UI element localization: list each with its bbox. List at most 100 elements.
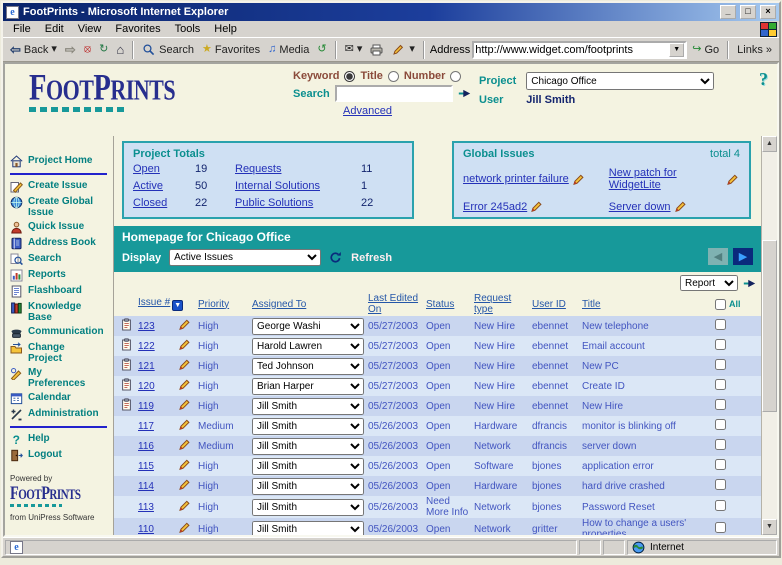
search-input[interactable] — [335, 85, 453, 102]
edit-global-issue-icon[interactable] — [572, 173, 586, 186]
back-button[interactable]: ⇦ Back ▾ — [7, 42, 60, 57]
issue-note-icon[interactable] — [120, 318, 134, 331]
issue-link[interactable]: 114 — [138, 481, 154, 492]
select-issue-checkbox[interactable] — [715, 359, 726, 370]
sidebar-item-logout[interactable]: Logout — [10, 449, 111, 462]
edit-issue-icon[interactable] — [178, 438, 192, 451]
next-page-button[interactable]: ▶ — [733, 248, 753, 265]
issue-link[interactable]: 120 — [138, 381, 155, 392]
prev-page-button[interactable]: ◀ — [708, 248, 728, 265]
project-total-link-internal-solutions[interactable]: Internal Solutions — [235, 180, 357, 192]
edit-issue-icon[interactable] — [178, 378, 192, 391]
sidebar-item-help[interactable]: ?Help — [10, 433, 111, 446]
project-select[interactable]: Chicago Office — [526, 72, 714, 90]
history-button[interactable]: ↺ — [314, 43, 329, 56]
mail-button[interactable]: ✉▾ — [342, 43, 366, 56]
back-dropdown-icon[interactable]: ▾ — [51, 44, 57, 55]
sidebar-item-my-preferences[interactable]: My Preferences — [10, 367, 111, 389]
global-issue-link[interactable]: Error 245ad2 — [463, 201, 527, 213]
help-icon[interactable]: ? — [759, 69, 768, 90]
project-total-link-open[interactable]: Open — [133, 163, 191, 175]
assigned-to-select[interactable]: Harold Lawren — [252, 338, 364, 355]
scroll-down-button[interactable]: ▼ — [762, 519, 777, 535]
favorites-button[interactable]: ★ Favorites — [199, 43, 263, 57]
issue-note-icon[interactable] — [120, 338, 134, 351]
menu-view[interactable]: View — [71, 22, 109, 36]
issue-note-icon[interactable] — [120, 398, 134, 411]
assigned-to-select[interactable]: Jill Smith — [252, 478, 364, 495]
sidebar-item-address-book[interactable]: Address Book — [10, 237, 111, 250]
menu-file[interactable]: File — [6, 22, 38, 36]
sidebar-item-quick-issue[interactable]: Quick Issue — [10, 221, 111, 234]
menu-help[interactable]: Help — [207, 22, 244, 36]
edit-issue-icon[interactable] — [178, 458, 192, 471]
select-issue-checkbox[interactable] — [715, 399, 726, 410]
assigned-to-select[interactable]: Ted Johnson — [252, 358, 364, 375]
go-button[interactable]: ↪ Go — [689, 43, 722, 57]
number-radio[interactable] — [450, 71, 461, 82]
report-go-button[interactable] — [743, 277, 757, 290]
issue-note-icon[interactable] — [120, 358, 134, 371]
column-header-link[interactable]: Assigned To — [252, 299, 306, 310]
column-header-link[interactable]: User ID — [532, 299, 566, 310]
title-bar[interactable]: e FootPrints - Microsoft Internet Explor… — [3, 3, 779, 21]
edit-button[interactable]: ▾ — [389, 42, 418, 57]
advanced-search-link[interactable]: Advanced — [293, 105, 442, 117]
issue-note-icon[interactable] — [120, 378, 134, 391]
global-issue-link[interactable]: New patch for WidgetLite — [609, 167, 723, 191]
column-header-link[interactable]: Issue # — [138, 297, 170, 308]
edit-issue-icon[interactable] — [178, 418, 192, 431]
select-issue-checkbox[interactable] — [715, 439, 726, 450]
column-header-link[interactable]: Title — [582, 299, 601, 310]
mail-dropdown-icon[interactable]: ▾ — [357, 44, 363, 55]
select-issue-checkbox[interactable] — [715, 339, 726, 350]
assigned-to-select[interactable]: Jill Smith — [252, 418, 364, 435]
edit-issue-icon[interactable] — [178, 338, 192, 351]
project-total-link-public-solutions[interactable]: Public Solutions — [235, 197, 357, 209]
sidebar-item-search[interactable]: Search — [10, 253, 111, 266]
maximize-button[interactable]: □ — [740, 5, 756, 19]
sort-descending-icon[interactable]: ▼ — [172, 300, 183, 311]
issue-link[interactable]: 113 — [138, 502, 154, 513]
forward-button[interactable]: ⇨ — [62, 42, 79, 57]
stop-button[interactable]: ⦻ — [81, 43, 94, 56]
address-input[interactable] — [475, 44, 669, 56]
search-toolbar-button[interactable]: Search — [139, 42, 197, 57]
menu-edit[interactable]: Edit — [38, 22, 71, 36]
assigned-to-select[interactable]: Brian Harper — [252, 378, 364, 395]
project-total-link-closed[interactable]: Closed — [133, 197, 191, 209]
refresh-button[interactable]: ↻ — [96, 43, 111, 56]
menu-favorites[interactable]: Favorites — [108, 22, 167, 36]
keyword-radio[interactable] — [344, 71, 355, 82]
report-select[interactable]: Report — [680, 275, 738, 291]
issue-link[interactable]: 123 — [138, 321, 155, 332]
global-issue-link[interactable]: network printer failure — [463, 173, 569, 185]
column-header-link[interactable]: Last Edited On — [368, 293, 418, 315]
edit-issue-icon[interactable] — [178, 398, 192, 411]
sidebar-item-flashboard[interactable]: Flashboard — [10, 285, 111, 298]
issue-link[interactable]: 110 — [138, 524, 154, 535]
sidebar-item-calendar[interactable]: Calendar — [10, 392, 111, 405]
print-button[interactable] — [367, 42, 387, 57]
select-issue-checkbox[interactable] — [715, 379, 726, 390]
edit-global-issue-icon[interactable] — [674, 200, 688, 213]
menu-tools[interactable]: Tools — [168, 22, 208, 36]
edit-issue-icon[interactable] — [178, 499, 192, 512]
edit-issue-icon[interactable] — [178, 478, 192, 491]
address-dropdown-icon[interactable]: ▼ — [669, 43, 684, 57]
close-button[interactable]: × — [760, 5, 776, 19]
media-button[interactable]: ♫ Media — [265, 43, 312, 57]
scroll-up-button[interactable]: ▲ — [762, 136, 777, 152]
issue-link[interactable]: 116 — [138, 441, 154, 452]
issue-link[interactable]: 115 — [138, 461, 154, 472]
edit-issue-icon[interactable] — [178, 318, 192, 331]
issue-link[interactable]: 119 — [138, 401, 154, 412]
sidebar-item-knowledge-base[interactable]: Knowledge Base — [10, 301, 111, 323]
project-total-link-active[interactable]: Active — [133, 180, 191, 192]
select-issue-checkbox[interactable] — [715, 500, 726, 511]
sidebar-item-project-home[interactable]: Project Home — [10, 155, 111, 168]
issue-link[interactable]: 121 — [138, 361, 155, 372]
assigned-to-select[interactable]: Jill Smith — [252, 438, 364, 455]
minimize-button[interactable]: _ — [720, 5, 736, 19]
scroll-thumb[interactable] — [762, 240, 777, 412]
